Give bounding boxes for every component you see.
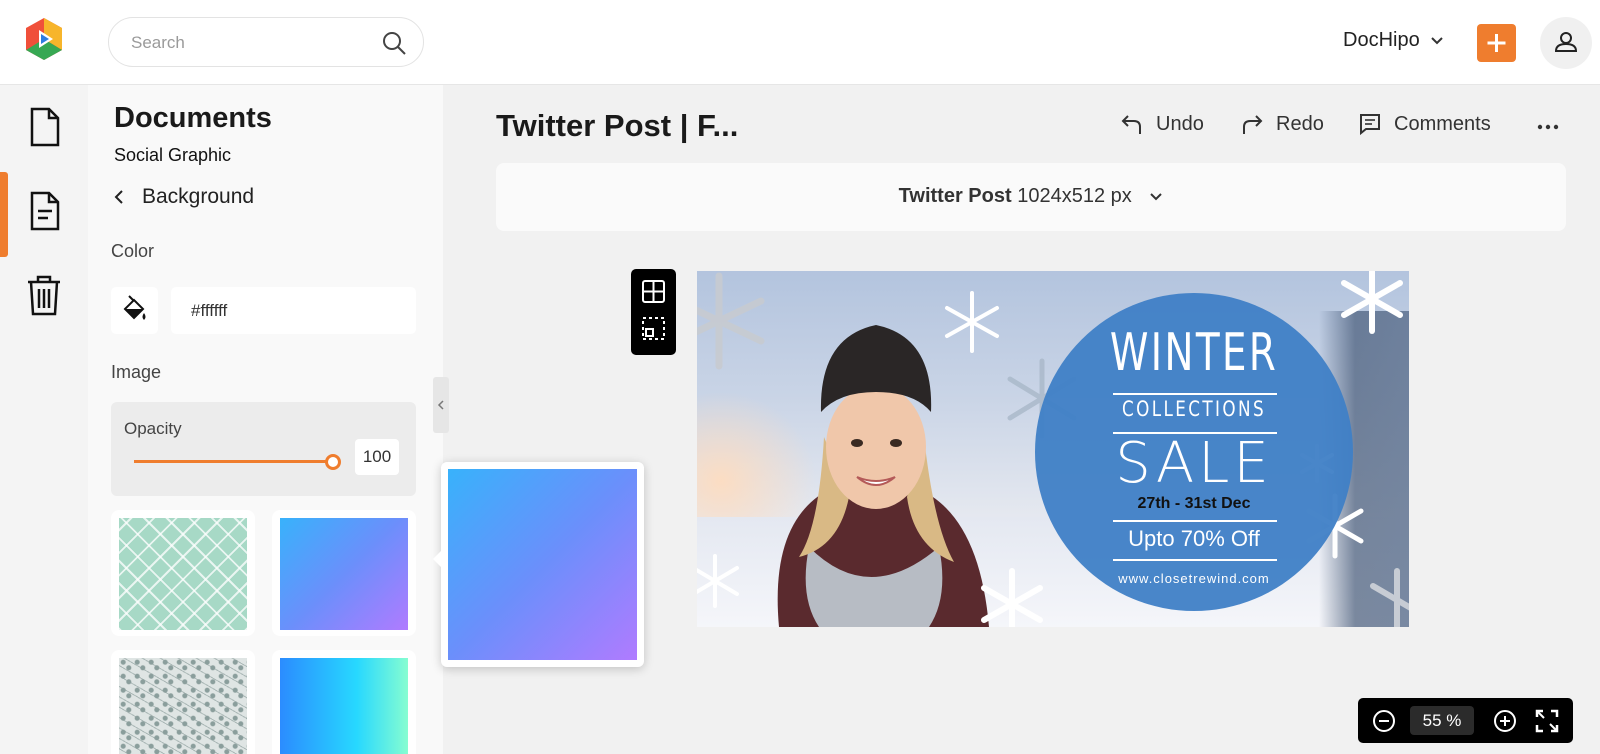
documents-icon[interactable]: [22, 105, 66, 149]
chevron-left-icon: [437, 400, 444, 410]
background-preview-popup: [433, 462, 644, 667]
chevron-down-icon: [1150, 193, 1163, 201]
background-thumbnail[interactable]: [111, 510, 255, 636]
dochipo-logo[interactable]: [22, 16, 66, 62]
banner-offer: Upto 70% Off: [1128, 526, 1260, 551]
opacity-slider-handle[interactable]: [325, 454, 341, 470]
search-icon[interactable]: [381, 30, 407, 56]
comment-icon: [1360, 114, 1380, 136]
banner-url: www.closetrewind.com: [1118, 571, 1270, 586]
left-rail: [0, 85, 88, 754]
divider: [1113, 559, 1277, 561]
workspace-dropdown[interactable]: DocHipo: [1343, 29, 1444, 52]
chevron-down-icon: [1430, 36, 1443, 44]
background-thumbnail[interactable]: [272, 650, 416, 754]
zoom-control: 55 %: [1358, 698, 1573, 743]
top-bar: Search DocHipo: [0, 0, 1600, 85]
design-canvas[interactable]: WINTER COLLECTIONS SALE 27th - 31st Dec …: [697, 271, 1409, 627]
panel-collapse-handle[interactable]: [433, 377, 449, 433]
canvas-size-selector[interactable]: Twitter Post 1024x512 px: [496, 163, 1566, 231]
divider: [1113, 520, 1277, 522]
green-lattice-pattern: [119, 518, 247, 630]
undo-icon: [1121, 115, 1141, 134]
color-hex-input[interactable]: #ffffff: [171, 287, 416, 334]
redo-label: Redo: [1276, 112, 1324, 135]
zoom-unit: %: [1446, 711, 1462, 730]
banner-sale: SALE: [1115, 431, 1273, 496]
color-label: Color: [111, 241, 155, 261]
image-label: Image: [111, 362, 162, 382]
canvas-toolbar: [631, 269, 676, 355]
templates-icon[interactable]: [22, 189, 66, 233]
chevron-left-icon: [114, 190, 123, 204]
banner-dates: 27th - 31st Dec: [1137, 495, 1251, 512]
redo-button[interactable]: Redo: [1240, 112, 1324, 136]
document-title[interactable]: Twitter Post | F...: [496, 108, 738, 144]
color-picker-button[interactable]: [111, 287, 158, 334]
select-area-icon[interactable]: [641, 316, 666, 341]
size-name: Twitter Post: [898, 185, 1012, 207]
background-thumbnail[interactable]: [272, 510, 416, 636]
zoom-level[interactable]: 55 %: [1410, 706, 1474, 735]
blue-purple-gradient: [280, 518, 408, 630]
opacity-slider-track[interactable]: [134, 460, 334, 463]
grid-icon[interactable]: [641, 279, 666, 304]
panel-title: Documents: [114, 102, 272, 134]
search-box[interactable]: Search: [108, 17, 424, 67]
banner-collections: COLLECTIONS: [1121, 397, 1267, 421]
cyan-gradient: [280, 658, 408, 754]
user-icon: [1554, 32, 1578, 52]
paint-bucket-icon: [123, 295, 146, 320]
back-label: Background: [142, 185, 255, 208]
plus-icon: [1487, 34, 1506, 52]
trash-icon[interactable]: [22, 273, 66, 317]
back-button[interactable]: Background: [114, 185, 254, 209]
redo-icon: [1243, 115, 1263, 134]
opacity-value-input[interactable]: 100: [355, 439, 399, 475]
opacity-label: Opacity: [124, 419, 182, 438]
search-input[interactable]: Search: [131, 33, 185, 53]
create-button[interactable]: [1477, 24, 1516, 62]
zoom-value: 55: [1422, 711, 1442, 730]
side-panel: Documents Social Graphic Background Colo…: [88, 85, 443, 754]
more-options-icon[interactable]: [1533, 114, 1563, 140]
comments-label: Comments: [1394, 112, 1491, 135]
zoom-out-icon[interactable]: [1371, 708, 1397, 734]
undo-button[interactable]: Undo: [1120, 112, 1204, 136]
undo-label: Undo: [1156, 112, 1204, 135]
opacity-control: Opacity 100: [111, 402, 416, 496]
gray-damask-pattern: [119, 658, 247, 754]
panel-subtitle: Social Graphic: [114, 145, 232, 165]
fullscreen-icon[interactable]: [1534, 708, 1560, 734]
comments-button[interactable]: Comments: [1358, 112, 1491, 136]
divider: [1113, 393, 1277, 395]
workspace-label: DocHipo: [1343, 29, 1420, 51]
size-dimensions: 1024x512 px: [1017, 185, 1132, 207]
background-thumbnail[interactable]: [111, 650, 255, 754]
zoom-in-icon[interactable]: [1492, 708, 1518, 734]
active-indicator: [0, 172, 8, 257]
preview-image: [448, 469, 637, 660]
profile-button[interactable]: [1540, 17, 1592, 69]
banner-headline: WINTER: [1109, 323, 1279, 383]
